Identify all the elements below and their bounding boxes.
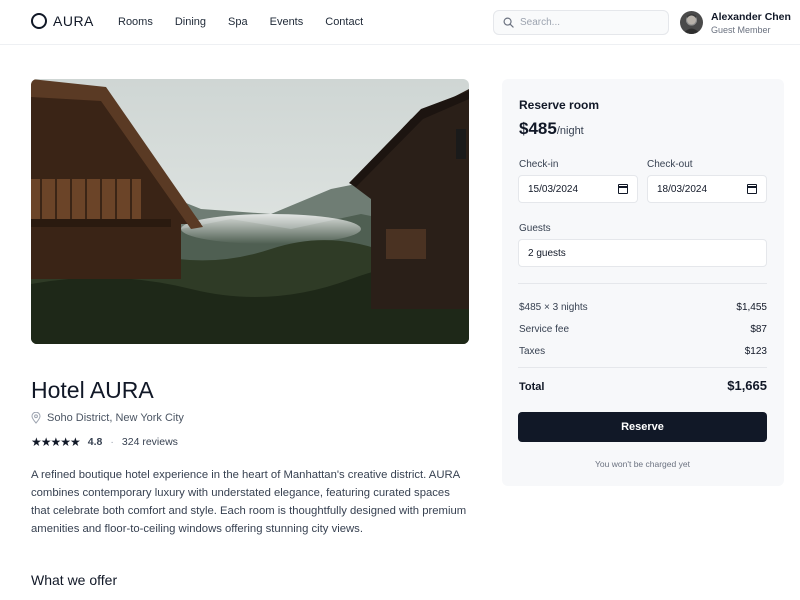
line-label: Service fee bbox=[519, 324, 570, 335]
divider bbox=[518, 283, 767, 284]
rating-value: 4.8 bbox=[87, 436, 103, 448]
main-nav: Rooms Dining Spa Events Contact bbox=[118, 16, 385, 28]
checkin-date-field[interactable]: 15/03/2024 bbox=[518, 175, 638, 203]
checkin-value: 15/03/2024 bbox=[528, 183, 579, 195]
nav-item-contact[interactable]: Contact bbox=[325, 16, 363, 28]
search-box[interactable] bbox=[493, 10, 669, 35]
nav-item-rooms[interactable]: Rooms bbox=[118, 16, 153, 28]
guests-value: 2 guests bbox=[528, 247, 566, 259]
calendar-icon[interactable] bbox=[747, 184, 757, 194]
no-charge-note: You won't be charged yet bbox=[595, 459, 690, 469]
calendar-icon[interactable] bbox=[618, 184, 628, 194]
hotel-description: A refined boutique hotel experience in t… bbox=[31, 469, 467, 535]
guests-select[interactable]: 2 guests bbox=[518, 239, 767, 267]
logo-circle-icon bbox=[31, 13, 47, 29]
user-name: Alexander Chen bbox=[711, 11, 791, 23]
guests-label: Guests bbox=[519, 223, 551, 234]
nav-item-events[interactable]: Events bbox=[270, 16, 304, 28]
search-input[interactable] bbox=[520, 17, 660, 28]
star-rating-icon: ★★★★★ bbox=[31, 435, 81, 449]
rating-row: ★★★★★ 4.8 · 324 reviews bbox=[31, 435, 178, 449]
separator-dot: · bbox=[110, 436, 114, 448]
price-per-night: $485/night bbox=[519, 119, 584, 139]
line-amount: $1,455 bbox=[736, 302, 767, 313]
line-label: $485 × 3 nights bbox=[519, 302, 588, 313]
total-label: Total bbox=[519, 381, 545, 393]
price-line-nights: $485 × 3 nights $1,455 bbox=[519, 302, 767, 313]
hotel-location: Soho District, New York City bbox=[31, 412, 184, 424]
hotel-name: Hotel AURA bbox=[31, 377, 154, 403]
user-role: Guest Member bbox=[711, 25, 771, 35]
map-pin-icon bbox=[31, 412, 41, 424]
logo[interactable]: AURA bbox=[31, 13, 94, 29]
location-text: Soho District, New York City bbox=[47, 412, 184, 424]
booking-card: Reserve room $485/night Check-in 15/03/2… bbox=[502, 79, 784, 486]
reserve-button[interactable]: Reserve bbox=[518, 412, 767, 442]
checkout-date-field[interactable]: 18/03/2024 bbox=[647, 175, 767, 203]
line-amount: $123 bbox=[744, 346, 767, 357]
review-count[interactable]: 324 reviews bbox=[122, 436, 178, 448]
top-navigation-bar: AURA Rooms Dining Spa Events Contact Ale… bbox=[0, 0, 800, 45]
avatar[interactable] bbox=[680, 11, 703, 34]
total-row: Total $1,665 bbox=[519, 378, 767, 393]
line-amount: $87 bbox=[750, 324, 767, 335]
booking-title: Reserve room bbox=[519, 98, 600, 112]
nav-item-dining[interactable]: Dining bbox=[175, 16, 206, 28]
hotel-hero-image bbox=[31, 79, 469, 344]
price-value: $485 bbox=[519, 119, 557, 138]
price-line-service-fee: Service fee $87 bbox=[519, 324, 767, 335]
checkin-label: Check-in bbox=[519, 159, 559, 170]
total-amount: $1,665 bbox=[727, 378, 767, 393]
logo-text: AURA bbox=[53, 13, 94, 29]
price-line-taxes: Taxes $123 bbox=[519, 346, 767, 357]
line-label: Taxes bbox=[519, 346, 546, 357]
checkout-value: 18/03/2024 bbox=[657, 183, 708, 195]
divider bbox=[518, 367, 767, 368]
search-icon bbox=[503, 17, 514, 28]
price-unit: /night bbox=[556, 125, 584, 137]
offer-section-title: What we offer bbox=[31, 572, 118, 588]
checkout-label: Check-out bbox=[647, 159, 693, 170]
nav-item-spa[interactable]: Spa bbox=[228, 16, 248, 28]
